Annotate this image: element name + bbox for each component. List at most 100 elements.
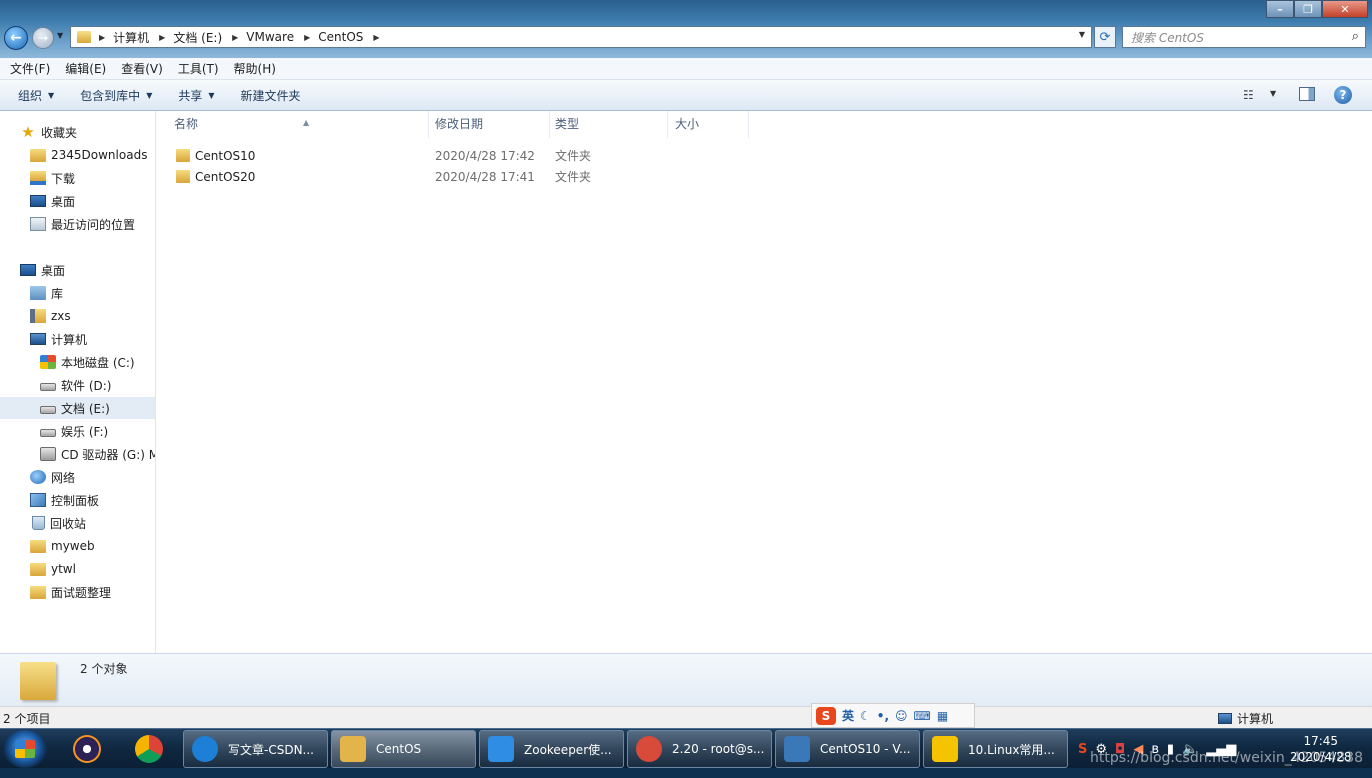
sidebar-item-2345downloads[interactable]: 2345Downloads — [30, 144, 147, 166]
sidebar-item-ytwl[interactable]: ytwl — [30, 558, 76, 580]
grid-icon[interactable]: ▦ — [937, 709, 948, 723]
sidebar-label: 软件 (D:) — [61, 378, 112, 393]
task-player[interactable]: 10.Linux常用... — [923, 730, 1068, 768]
sidebar-item-favorites[interactable]: ★ 收藏夹 — [20, 121, 77, 143]
column-header-name[interactable]: 名称 ▲ — [165, 111, 429, 138]
drive-icon — [40, 429, 56, 437]
breadcrumb-centos[interactable]: CentOS — [318, 30, 363, 44]
moon-icon[interactable]: ☾ — [860, 709, 871, 723]
ime-language[interactable]: 英 — [842, 707, 854, 724]
desktop-icon — [20, 264, 36, 276]
sogou-icon[interactable]: S — [816, 706, 836, 725]
refresh-button[interactable]: ⟳ — [1094, 26, 1116, 48]
task-terminal[interactable]: 2.20 - root@s... — [627, 730, 772, 768]
sidebar-item-library[interactable]: 库 — [30, 282, 63, 304]
sidebar-item-computer[interactable]: 计算机 — [30, 328, 87, 350]
share-button[interactable]: 共享 ▼ — [178, 87, 214, 104]
navigation-pane: ★ 收藏夹 2345Downloads 下载 桌面 最近访问的位置 桌面 库 zx… — [0, 111, 156, 653]
task-centos[interactable]: CentOS — [331, 730, 476, 768]
column-header-size[interactable]: 大小 — [666, 111, 749, 138]
emoji-icon[interactable]: ☺ — [895, 709, 908, 723]
sidebar-item-drive-d[interactable]: 软件 (D:) — [40, 374, 111, 396]
chevron-right-icon[interactable]: ▶ — [373, 33, 379, 42]
sogou-tray-icon[interactable]: S — [1078, 742, 1087, 757]
sidebar-item-drive-f[interactable]: 娱乐 (F:) — [40, 420, 108, 442]
status-location-label: 计算机 — [1237, 712, 1274, 726]
chevron-right-icon[interactable]: ▶ — [99, 33, 105, 42]
keyboard-icon[interactable]: ⌨ — [914, 709, 931, 723]
preview-pane-icon[interactable] — [1299, 87, 1315, 101]
library-icon — [30, 286, 46, 300]
downloads-icon — [30, 171, 46, 185]
menu-edit[interactable]: 编辑(E) — [65, 60, 106, 77]
organize-button[interactable]: 组织 ▼ — [18, 87, 54, 104]
menu-help[interactable]: 帮助(H) — [234, 60, 276, 77]
menu-view[interactable]: 查看(V) — [121, 60, 163, 77]
breadcrumb-computer[interactable]: 计算机 — [113, 29, 149, 46]
chevron-right-icon[interactable]: ▶ — [304, 33, 310, 42]
view-options-icon[interactable]: ☷ — [1243, 88, 1254, 102]
sidebar-item-drive-g[interactable]: CD 驱动器 (G:) M — [40, 443, 156, 465]
column-header-date[interactable]: 修改日期 — [426, 111, 550, 138]
sidebar-label: 娱乐 (F:) — [61, 424, 109, 439]
punctuation-icon[interactable]: •, — [877, 709, 889, 723]
forward-button[interactable]: → — [32, 27, 54, 49]
table-row[interactable]: CentOS20 2020/4/28 17:41 文件夹 — [164, 166, 744, 187]
vmware-icon — [784, 736, 810, 762]
include-library-button[interactable]: 包含到库中 ▼ — [80, 87, 152, 104]
sidebar-item-recycle-bin[interactable]: 回收站 — [30, 512, 86, 534]
history-dropdown-icon[interactable]: ▼ — [57, 31, 63, 40]
start-button[interactable] — [3, 730, 47, 768]
new-folder-button[interactable]: 新建文件夹 — [241, 87, 301, 104]
address-dropdown-icon[interactable]: ▼ — [1079, 30, 1085, 39]
column-header-type[interactable]: 类型 — [546, 111, 668, 138]
back-button[interactable]: ← — [4, 26, 28, 50]
sidebar-label: CD 驱动器 (G:) M — [61, 447, 156, 462]
task-label: CentOS10 - V... — [820, 742, 911, 756]
sidebar-item-zxs[interactable]: zxs — [30, 305, 71, 327]
address-bar[interactable]: ▶ 计算机 ▶ 文档 (E:) ▶ VMware ▶ CentOS ▶ ▼ — [70, 26, 1092, 48]
chevron-right-icon[interactable]: ▶ — [232, 33, 238, 42]
sidebar-item-downloads[interactable]: 下载 — [30, 167, 75, 189]
task-csdn[interactable]: 写文章-CSDN... — [183, 730, 328, 768]
cd-drive-icon — [40, 447, 56, 461]
file-type: 文件夹 — [555, 170, 592, 184]
xshell-icon — [636, 736, 662, 762]
help-icon[interactable]: ? — [1334, 86, 1352, 104]
sidebar-label: 控制面板 — [51, 493, 100, 508]
search-placeholder: 搜索 CentOS — [1131, 30, 1204, 45]
close-button[interactable]: ✕ — [1322, 0, 1368, 18]
pinned-eclipse[interactable] — [64, 732, 110, 766]
view-dropdown-icon[interactable]: ▼ — [1270, 89, 1276, 98]
sidebar-item-network[interactable]: 网络 — [30, 466, 75, 488]
sidebar-item-desktop[interactable]: 桌面 — [20, 259, 65, 281]
task-vmware[interactable]: CentOS10 - V... — [775, 730, 920, 768]
sidebar-item-drive-e[interactable]: 文档 (E:) — [0, 397, 155, 419]
sidebar-item-myweb[interactable]: myweb — [30, 535, 95, 557]
search-input[interactable]: 搜索 CentOS ⌕ — [1122, 26, 1366, 48]
search-icon[interactable]: ⌕ — [1352, 29, 1359, 44]
sidebar-item-desktop-fav[interactable]: 桌面 — [30, 190, 75, 212]
sidebar-label: 文档 (E:) — [61, 401, 110, 416]
breadcrumb-vmware[interactable]: VMware — [246, 30, 294, 44]
table-row[interactable]: CentOS10 2020/4/28 17:42 文件夹 — [164, 145, 744, 166]
sidebar-item-control-panel[interactable]: 控制面板 — [30, 489, 99, 511]
browser-icon — [192, 736, 218, 762]
folder-icon — [340, 736, 366, 762]
folder-icon — [20, 662, 56, 700]
minimize-button[interactable]: – — [1266, 0, 1294, 18]
sidebar-label: 本地磁盘 (C:) — [61, 355, 135, 370]
menu-tools[interactable]: 工具(T) — [178, 60, 219, 77]
sidebar-item-recent[interactable]: 最近访问的位置 — [30, 213, 135, 235]
breadcrumb-drive-e[interactable]: 文档 (E:) — [173, 29, 222, 46]
chevron-right-icon[interactable]: ▶ — [159, 33, 165, 42]
sidebar-item-drive-c[interactable]: 本地磁盘 (C:) — [40, 351, 135, 373]
organize-label: 组织 — [18, 88, 43, 103]
watermark-text: https://blog.csdn.net/weixin_42054838 — [1090, 750, 1364, 766]
sidebar-label: 面试题整理 — [51, 585, 112, 600]
menu-file[interactable]: 文件(F) — [10, 60, 50, 77]
maximize-button[interactable]: ❐ — [1294, 0, 1322, 18]
task-zookeeper[interactable]: Zookeeper使... — [479, 730, 624, 768]
pinned-chrome[interactable] — [126, 732, 172, 766]
sidebar-item-interview[interactable]: 面试题整理 — [30, 581, 111, 603]
